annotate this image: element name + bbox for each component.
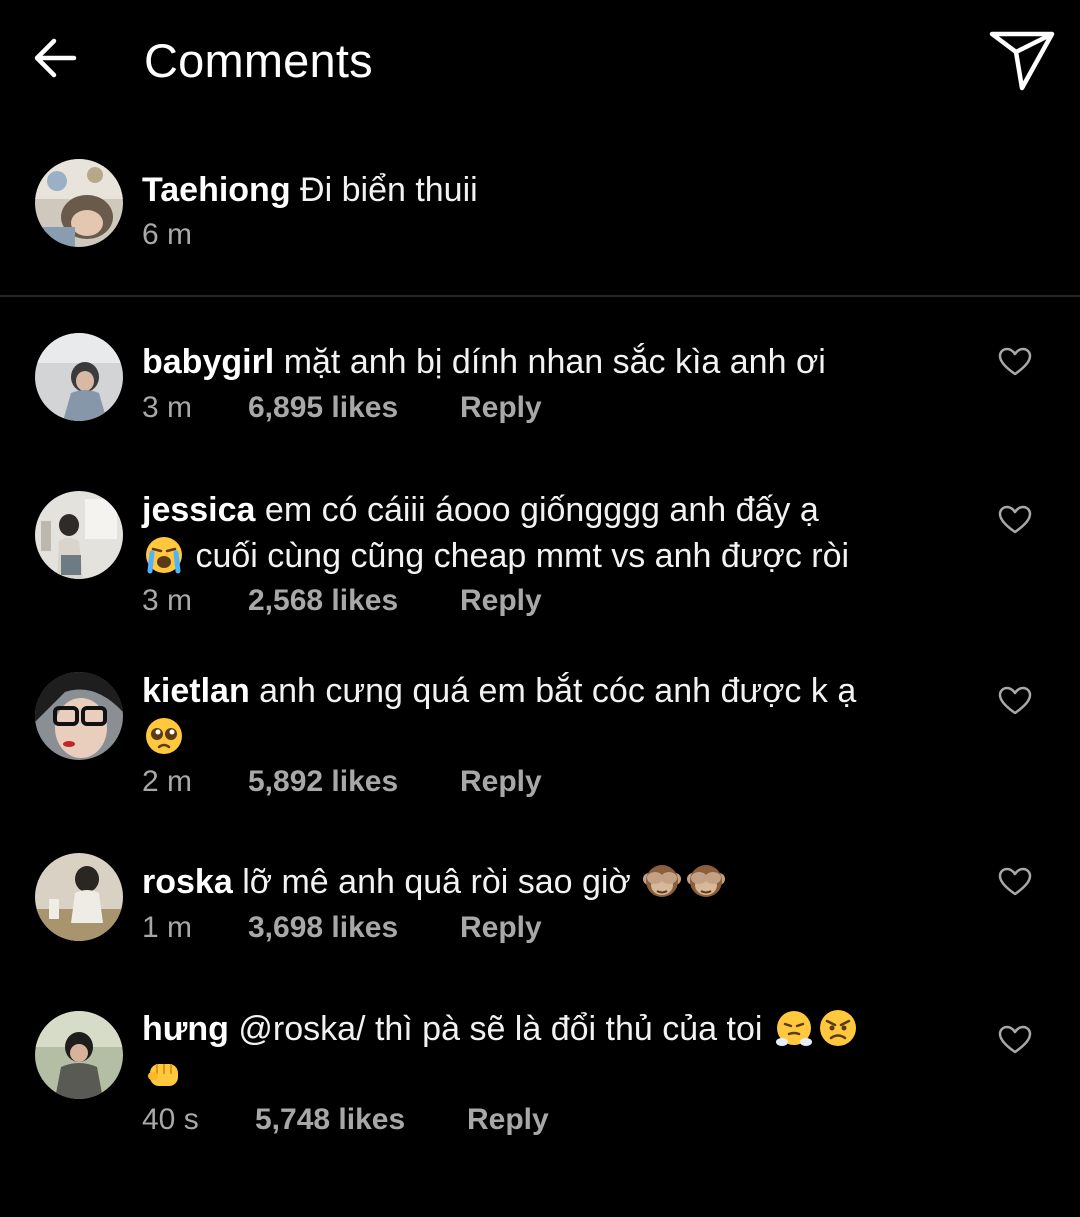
post-caption: Taehiong Đi biển thuii 6 m [0, 140, 1080, 290]
like-button[interactable] [998, 1025, 1032, 1055]
angry-face-icon [819, 1010, 856, 1046]
heart-icon [998, 347, 1032, 376]
reply-button[interactable]: Reply [460, 584, 542, 618]
comment-text: hưng @roska/ thì pà sẽ là đổi thủ của to… [142, 1006, 962, 1098]
likes-count[interactable]: 5,892 likes [248, 765, 398, 799]
heart-icon [998, 1025, 1032, 1054]
paper-plane-icon [989, 31, 1055, 91]
likes-count[interactable]: 5,748 likes [255, 1103, 405, 1137]
caption-body: Đi biển thuii [300, 171, 478, 209]
username[interactable]: jessica [142, 491, 255, 529]
pleading-face-icon [146, 718, 182, 754]
comment-body: anh cưng quá em bắt cóc anh được k ạ [259, 672, 857, 710]
username[interactable]: hưng [142, 1010, 229, 1048]
username[interactable]: roska [142, 863, 233, 901]
avatar[interactable] [35, 853, 123, 941]
username[interactable]: Taehiong [142, 171, 291, 209]
see-no-evil-monkey-icon [643, 865, 682, 897]
face-with-steam-from-nose-icon [775, 1011, 812, 1046]
reply-button[interactable]: Reply [467, 1103, 549, 1137]
back-button[interactable] [30, 34, 82, 82]
comment-body: mặt anh bị dính nhan sắc kìa anh ơi [283, 343, 826, 381]
reply-button[interactable]: Reply [460, 911, 542, 945]
loudly-crying-face-icon [146, 537, 182, 574]
like-button[interactable] [998, 867, 1032, 897]
likes-count[interactable]: 6,895 likes [248, 391, 398, 425]
avatar[interactable] [35, 333, 123, 421]
divider [0, 295, 1080, 297]
comment-body: em có cáiii áooo giốngggg anh đấy ạ [264, 491, 819, 529]
timestamp: 3 m [142, 584, 193, 617]
comment-text: babygirl mặt anh bị dính nhan sắc kìa an… [142, 339, 962, 385]
timestamp: 40 s [142, 1103, 199, 1136]
timestamp: 1 m [142, 911, 193, 944]
comment-text: kietlan anh cưng quá em bắt cóc anh được… [142, 668, 962, 760]
comment-body: @roska/ thì pà sẽ là đổi thủ của toi [238, 1010, 763, 1048]
caption-text: Taehiong Đi biển thuii [142, 167, 962, 213]
comment-text: roska lỡ mê anh quâ ròi sao giờ [142, 859, 962, 905]
avatar[interactable] [35, 672, 123, 760]
timestamp: 6 m [142, 218, 193, 251]
top-bar: Comments [0, 0, 1080, 120]
username[interactable]: babygirl [142, 343, 274, 381]
comment-body-continued: cuối cùng cũng cheap mmt vs anh được ròi [195, 537, 850, 575]
avatar[interactable] [35, 159, 123, 247]
timestamp: 2 m [142, 765, 193, 798]
arrow-left-icon [34, 38, 77, 78]
username[interactable]: kietlan [142, 672, 250, 710]
share-button[interactable] [986, 28, 1058, 94]
timestamp: 3 m [142, 391, 193, 424]
like-button[interactable] [998, 505, 1032, 535]
likes-count[interactable]: 2,568 likes [248, 584, 398, 618]
reply-button[interactable]: Reply [460, 391, 542, 425]
like-button[interactable] [998, 347, 1032, 377]
comment-body: lỡ mê anh quâ ròi sao giờ [242, 863, 631, 901]
page-title: Comments [144, 34, 373, 87]
avatar[interactable] [35, 1011, 123, 1099]
reply-button[interactable]: Reply [460, 765, 542, 799]
heart-icon [998, 686, 1032, 715]
comment-text: jessica em có cáiii áooo giốngggg anh đấ… [142, 487, 962, 579]
likes-count[interactable]: 3,698 likes [248, 911, 398, 945]
heart-icon [998, 867, 1032, 896]
avatar[interactable] [35, 491, 123, 579]
like-button[interactable] [998, 686, 1032, 716]
oncoming-fist-icon [148, 1064, 178, 1086]
heart-icon [998, 505, 1032, 534]
see-no-evil-monkey-icon [687, 865, 726, 897]
